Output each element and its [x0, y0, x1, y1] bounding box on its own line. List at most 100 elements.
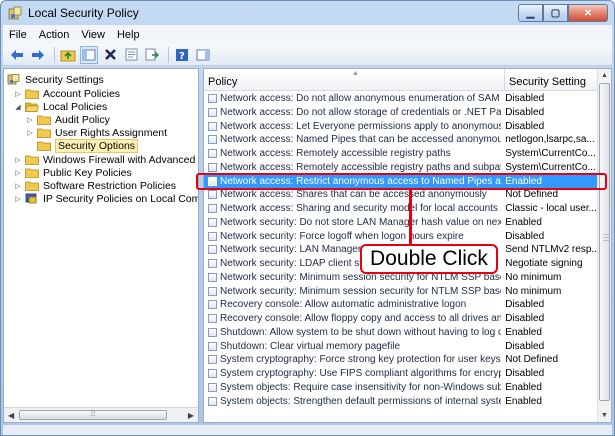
menu-file[interactable]: File [9, 29, 27, 41]
policy-icon [208, 135, 217, 145]
tree-item-security-settings[interactable]: Security Settings [7, 73, 104, 86]
list-header: Policy ▲ Security Setting [204, 69, 598, 91]
up-one-level-button[interactable] [59, 46, 77, 64]
folder-up-icon [60, 50, 76, 61]
tree-item-label: Audit Policy [55, 113, 110, 126]
tree-item-software-restriction-policies[interactable]: ▷ Software Restriction Policies [14, 179, 176, 192]
policy-row[interactable]: System cryptography: Force strong key pr… [204, 353, 598, 366]
policy-icon [208, 94, 217, 103]
menu-help[interactable]: Help [117, 29, 140, 41]
tree-item-public-key-policies[interactable]: ▷ Public Key Policies [14, 166, 131, 179]
policy-row[interactable]: Network access: Do not allow anonymous e… [204, 92, 598, 105]
show-action-pane-button[interactable] [194, 46, 212, 64]
policy-name: Network access: Remotely accessible regi… [220, 161, 502, 173]
policy-row[interactable]: Recovery console: Allow automatic admini… [204, 298, 598, 311]
expand-arrow-icon[interactable]: ▷ [14, 156, 22, 164]
policy-row[interactable]: System objects: Require case insensitivi… [204, 381, 598, 394]
policy-icon [208, 190, 217, 200]
policy-row[interactable]: Network access: Sharing and security mod… [204, 202, 598, 215]
policy-row[interactable]: Network access: Let Everyone permissions… [204, 120, 598, 133]
scrollbar-thumb[interactable]: ⦙⦙⦙ [19, 410, 167, 420]
policy-row[interactable]: Recovery console: Allow floppy copy and … [204, 312, 598, 325]
policy-setting: Disabled [505, 93, 545, 104]
tree-horizontal-scrollbar[interactable]: ◀ ⦙⦙⦙ ▶ [4, 407, 198, 422]
policy-setting: Negotiate signing [505, 258, 583, 269]
policy-icon [208, 259, 217, 268]
tree-item-user-rights-assignment[interactable]: ▷ User Rights Assignment [26, 126, 167, 139]
expand-arrow-icon[interactable]: ▷ [26, 116, 34, 124]
tree-item-security-options[interactable]: Security Options [37, 138, 139, 153]
scroll-right-icon[interactable]: ▶ [188, 411, 194, 420]
policy-name: Network access: Named Pipes that can be … [220, 134, 502, 146]
expand-arrow-icon[interactable]: ▷ [14, 169, 22, 177]
open-folder-icon [25, 102, 39, 112]
policy-row[interactable]: System cryptography: Use FIPS compliant … [204, 367, 598, 380]
tree-item-local-policies[interactable]: ◢ Local Policies [14, 100, 107, 113]
export-list-button[interactable] [143, 46, 161, 64]
expand-arrow-icon[interactable]: ▷ [26, 129, 34, 137]
policy-row[interactable]: Shutdown: Clear virtual memory pagefile D… [204, 340, 598, 353]
expand-arrow-icon[interactable]: ▷ [14, 195, 22, 203]
policy-row[interactable]: Network access: Shares that can be acces… [204, 188, 598, 201]
policy-row[interactable]: Network security: Force logoff when logo… [204, 230, 598, 243]
delete-button[interactable] [101, 46, 119, 64]
collapse-arrow-icon[interactable]: ◢ [14, 103, 22, 111]
folder-icon [25, 155, 39, 165]
policy-icon [208, 314, 217, 323]
menu-view[interactable]: View [81, 29, 105, 41]
policy-row[interactable]: Network security: Do not store LAN Manag… [204, 216, 598, 229]
policy-setting: Disabled [505, 120, 545, 132]
back-button[interactable] [8, 46, 26, 64]
close-icon: ✕ [583, 7, 593, 19]
menu-action[interactable]: Action [39, 29, 70, 41]
scrollbar-thumb[interactable]: ― ― ― [599, 83, 610, 401]
policy-row[interactable]: System objects: Strengthen default permi… [204, 395, 598, 408]
tree-item-label: Local Policies [43, 100, 108, 113]
policy-setting: Disabled [505, 340, 545, 352]
tree-item-audit-policy[interactable]: ▷ Audit Policy [26, 113, 110, 126]
policy-row[interactable]: Shutdown: Allow system to be shut down w… [204, 326, 598, 339]
status-bar [3, 425, 612, 435]
ip-security-icon [25, 193, 37, 204]
title-bar[interactable]: Local Security Policy ▁ ▢ ✕ [1, 1, 614, 25]
policy-icon [208, 107, 217, 117]
show-hide-console-tree-button[interactable] [80, 45, 98, 64]
folder-icon [37, 128, 51, 138]
column-header-security-setting[interactable]: Security Setting [509, 76, 586, 88]
policy-icon [208, 300, 217, 310]
policy-row[interactable]: Network access: Remotely accessible regi… [204, 147, 598, 160]
scroll-left-icon[interactable]: ◀ [8, 411, 14, 420]
tree-item-account-policies[interactable]: ▷ Account Policies [14, 87, 120, 100]
help-button[interactable]: ? [173, 46, 191, 64]
maximize-button[interactable]: ▢ [543, 4, 568, 22]
forward-button[interactable] [29, 46, 47, 64]
expand-arrow-icon[interactable]: ▷ [14, 90, 22, 98]
policy-setting: Disabled [505, 368, 545, 379]
policy-setting: Not Defined [505, 354, 559, 366]
policy-row[interactable]: Network access: Do not allow storage of … [204, 106, 598, 119]
security-policy-app-icon [8, 6, 22, 20]
policy-icon [208, 396, 217, 406]
expand-arrow-icon[interactable]: ▷ [14, 182, 22, 190]
policy-row[interactable]: Network access: Remotely accessible regi… [204, 161, 598, 174]
policy-row[interactable]: Network access: Named Pipes that can be … [204, 133, 598, 146]
folder-icon [37, 141, 51, 151]
toolbar-separator [54, 46, 55, 63]
tree-item-ip-security-policies[interactable]: ▷ IP Security Policies on Local Compute [14, 192, 198, 205]
policy-name: Network security: Minimum session securi… [220, 285, 501, 297]
scroll-up-icon[interactable]: ▲ [601, 72, 608, 79]
toolbar-separator [168, 46, 169, 63]
minimize-button[interactable]: ▁ [518, 4, 543, 22]
policy-row[interactable]: Network security: Minimum session securi… [204, 285, 598, 298]
policy-name: Network security: Force logoff when logo… [220, 230, 464, 242]
tree-item-windows-firewall[interactable]: ▷ Windows Firewall with Advanced Sec [14, 153, 198, 166]
policy-icon [208, 341, 217, 351]
tree-item-label: Security Settings [25, 73, 104, 86]
list-vertical-scrollbar[interactable]: ▲ ― ― ― ▼ [597, 69, 611, 422]
scroll-down-icon[interactable]: ▼ [601, 412, 608, 419]
policy-icon [208, 149, 217, 158]
column-divider[interactable] [504, 69, 505, 91]
properties-button[interactable] [122, 46, 140, 64]
column-header-policy[interactable]: Policy [208, 76, 237, 88]
close-button[interactable]: ✕ [568, 4, 608, 22]
